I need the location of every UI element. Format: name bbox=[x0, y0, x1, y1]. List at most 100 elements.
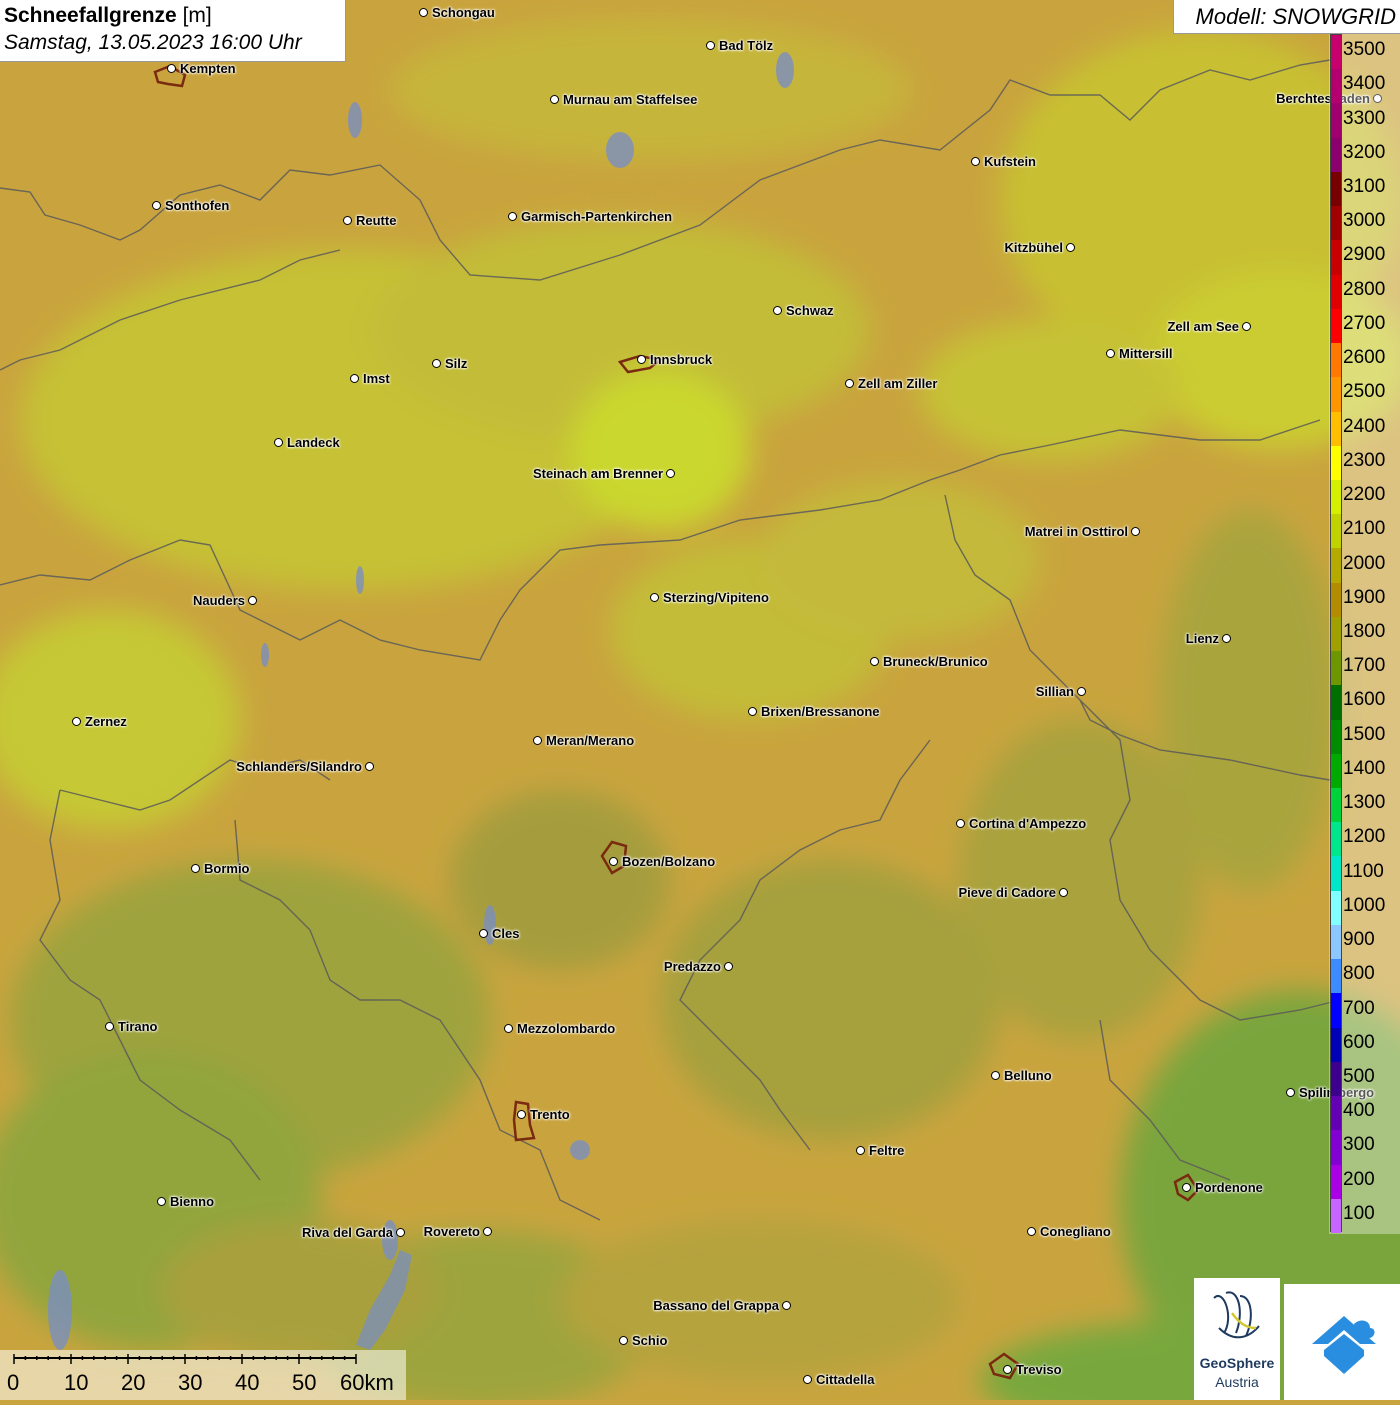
city-marker[interactable] bbox=[248, 596, 257, 605]
legend-swatch bbox=[1331, 1164, 1341, 1200]
city-marker[interactable] bbox=[396, 1228, 405, 1237]
city-marker[interactable] bbox=[956, 819, 965, 828]
city-marker[interactable] bbox=[991, 1071, 1000, 1080]
city-marker[interactable] bbox=[1286, 1088, 1295, 1097]
city-label: Innsbruck bbox=[650, 352, 713, 367]
city-marker[interactable] bbox=[550, 95, 559, 104]
city-marker[interactable] bbox=[1003, 1365, 1012, 1374]
city-label: Reutte bbox=[356, 213, 397, 228]
city-marker[interactable] bbox=[419, 8, 428, 17]
legend-label: 1300 bbox=[1343, 792, 1386, 814]
city-marker[interactable] bbox=[72, 717, 81, 726]
city-marker[interactable] bbox=[167, 64, 176, 73]
legend-swatch bbox=[1331, 753, 1341, 789]
model-label: Modell: SNOWGRID bbox=[1173, 0, 1400, 34]
city-marker[interactable] bbox=[773, 306, 782, 315]
city-marker[interactable] bbox=[1222, 634, 1231, 643]
geosphere-logo-icon bbox=[1213, 1291, 1260, 1339]
legend-label: 3400 bbox=[1343, 73, 1386, 95]
legend-label: 1100 bbox=[1343, 860, 1384, 882]
legend-swatch bbox=[1331, 651, 1341, 686]
legend-swatch bbox=[1331, 274, 1341, 310]
city-label: Pieve di Cadore bbox=[958, 885, 1056, 900]
city-marker[interactable] bbox=[845, 379, 854, 388]
city-label: Bad Tölz bbox=[719, 38, 774, 53]
legend-label: 700 bbox=[1343, 997, 1375, 1019]
city-label: Kempten bbox=[180, 61, 236, 76]
city-marker[interactable] bbox=[619, 1336, 628, 1345]
legend-label: 2500 bbox=[1343, 381, 1386, 403]
legend-swatch bbox=[1331, 343, 1341, 378]
city-marker[interactable] bbox=[1182, 1183, 1191, 1192]
city-marker[interactable] bbox=[1131, 527, 1140, 536]
city-marker[interactable] bbox=[1027, 1227, 1036, 1236]
legend-label: 1700 bbox=[1343, 655, 1386, 677]
city-marker[interactable] bbox=[432, 359, 441, 368]
legend-color-bar bbox=[1330, 34, 1342, 1234]
city-label: Bormio bbox=[204, 861, 250, 876]
geosphere-logo[interactable]: GeoSphere Austria bbox=[1194, 1278, 1280, 1400]
city-marker[interactable] bbox=[105, 1022, 114, 1031]
city-marker[interactable] bbox=[152, 201, 161, 210]
city-marker[interactable] bbox=[1066, 243, 1075, 252]
city-marker[interactable] bbox=[637, 355, 646, 364]
city-marker[interactable] bbox=[971, 157, 980, 166]
legend-label: 2200 bbox=[1343, 484, 1386, 506]
legend-label: 2900 bbox=[1343, 244, 1386, 266]
city-marker[interactable] bbox=[508, 212, 517, 221]
map-title: Schneefallgrenze [m] bbox=[4, 3, 341, 29]
city-marker[interactable] bbox=[724, 962, 733, 971]
city-label: Landeck bbox=[287, 435, 340, 450]
city-marker[interactable] bbox=[157, 1197, 166, 1206]
city-marker[interactable] bbox=[666, 469, 675, 478]
city-label: Mittersill bbox=[1119, 346, 1173, 361]
city-marker[interactable] bbox=[533, 736, 542, 745]
city-marker[interactable] bbox=[1059, 888, 1068, 897]
legend-swatch bbox=[1331, 514, 1341, 549]
city-label: Meran/Merano bbox=[546, 733, 635, 748]
color-legend: 3500 3400 3300 3200 3100 3000 2900 2800 2700 2600… bbox=[1329, 34, 1400, 1234]
legend-label: 2400 bbox=[1343, 415, 1386, 437]
city-marker[interactable] bbox=[365, 762, 374, 771]
city-label: Imst bbox=[363, 371, 390, 386]
app-logo-icon bbox=[1312, 1316, 1376, 1374]
city-marker[interactable] bbox=[1242, 322, 1251, 331]
legend-label: 100 bbox=[1343, 1202, 1375, 1224]
legend-swatch bbox=[1331, 137, 1341, 173]
city-marker[interactable] bbox=[479, 929, 488, 938]
city-marker[interactable] bbox=[609, 857, 618, 866]
legend-swatch bbox=[1331, 171, 1341, 207]
city-marker[interactable] bbox=[1077, 687, 1086, 696]
legend-swatch bbox=[1331, 103, 1341, 139]
city-marker[interactable] bbox=[483, 1227, 492, 1236]
legend-label: 3300 bbox=[1343, 107, 1386, 129]
city-marker[interactable] bbox=[1106, 349, 1115, 358]
city-label: Garmisch-Partenkirchen bbox=[521, 209, 673, 224]
city-label: Cles bbox=[492, 926, 520, 941]
city-marker[interactable] bbox=[803, 1375, 812, 1384]
city-marker[interactable] bbox=[350, 374, 359, 383]
legend-label: 900 bbox=[1343, 929, 1375, 951]
city-marker[interactable] bbox=[782, 1301, 791, 1310]
city-marker[interactable] bbox=[870, 657, 879, 666]
city-label: Murnau am Staffelsee bbox=[563, 92, 698, 107]
city-marker[interactable] bbox=[274, 438, 283, 447]
scale-label: 30 bbox=[178, 1370, 203, 1395]
city-marker[interactable] bbox=[748, 707, 757, 716]
city-label: Schongau bbox=[432, 5, 495, 20]
city-label: Pordenone bbox=[1195, 1180, 1263, 1195]
city-marker[interactable] bbox=[504, 1024, 513, 1033]
city-label: Bienno bbox=[170, 1194, 215, 1209]
city-marker[interactable] bbox=[856, 1146, 865, 1155]
city-marker[interactable] bbox=[343, 216, 352, 225]
city-marker[interactable] bbox=[650, 593, 659, 602]
legend-label: 1800 bbox=[1343, 621, 1386, 642]
city-label: Cortina d'Ampezzo bbox=[969, 816, 1087, 831]
app-logo[interactable] bbox=[1284, 1284, 1400, 1400]
city-marker[interactable] bbox=[191, 864, 200, 873]
city-marker[interactable] bbox=[517, 1110, 526, 1119]
city-label: Zell am Ziller bbox=[858, 376, 938, 391]
scale-label: 60km bbox=[340, 1370, 394, 1395]
city-marker[interactable] bbox=[706, 41, 715, 50]
city-label: Nauders bbox=[192, 593, 245, 608]
